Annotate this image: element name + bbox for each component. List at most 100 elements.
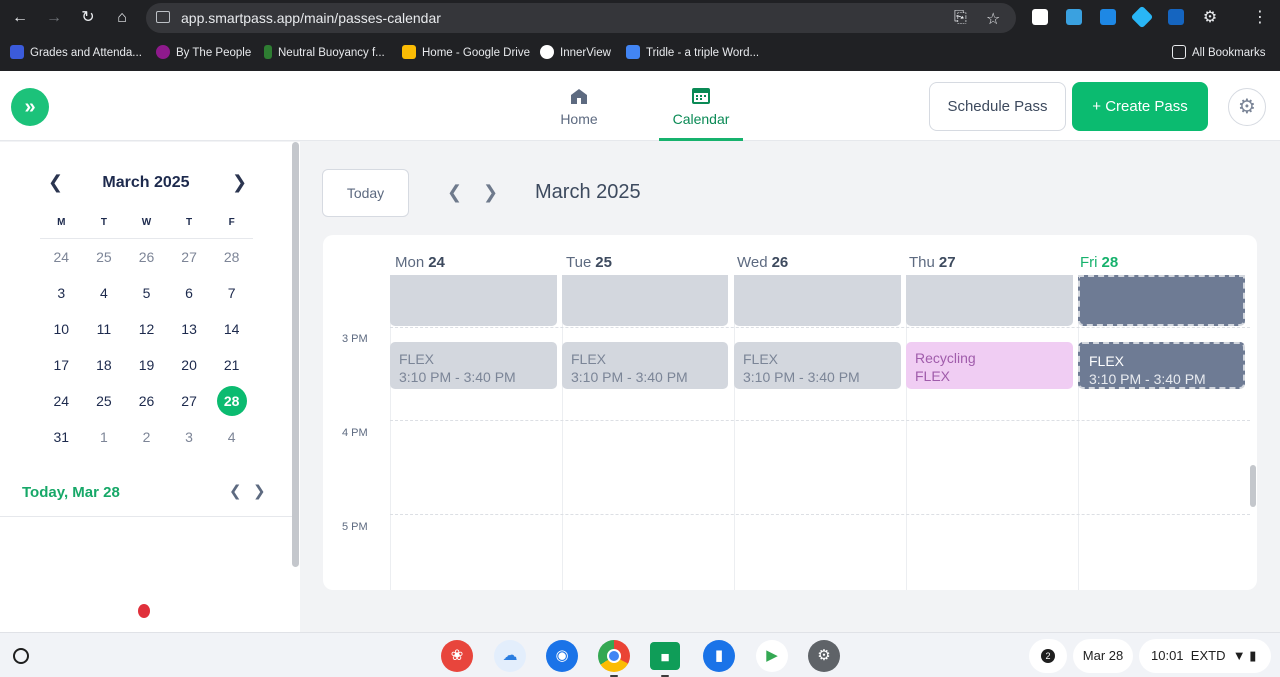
create-pass-button[interactable]: + Create Pass bbox=[1072, 82, 1208, 131]
tab-home[interactable]: Home bbox=[537, 83, 621, 141]
next-week-icon[interactable]: ❯ bbox=[483, 182, 498, 203]
cloud-app-icon[interactable]: ☁ bbox=[494, 640, 526, 672]
address-bar[interactable]: app.smartpass.app/main/passes-calendar ⎘… bbox=[146, 3, 1016, 33]
week-row: 24 25 26 27 28 bbox=[40, 383, 253, 419]
home-icon[interactable]: ⌂ bbox=[110, 6, 134, 30]
sidebar-scrollbar[interactable] bbox=[292, 142, 299, 567]
settings-app-icon[interactable]: ⚙ bbox=[808, 640, 840, 672]
day-cell[interactable]: 26 bbox=[125, 383, 168, 419]
schedule-pass-button[interactable]: Schedule Pass bbox=[929, 82, 1066, 131]
extension-icon[interactable] bbox=[1130, 5, 1154, 29]
day-cell[interactable]: 25 bbox=[83, 383, 126, 419]
event-flex[interactable]: FLEX 3:10 PM - 3:40 PM bbox=[562, 342, 728, 389]
day-cell[interactable]: 21 bbox=[210, 347, 253, 383]
day-cell[interactable]: 3 bbox=[40, 275, 83, 311]
day-cell[interactable]: 27 bbox=[168, 239, 211, 275]
back-icon[interactable]: ← bbox=[8, 6, 32, 30]
all-bookmarks[interactable]: All Bookmarks bbox=[1172, 45, 1266, 59]
reload-icon[interactable]: ↻ bbox=[76, 6, 100, 30]
date-pill[interactable]: Mar 28 bbox=[1073, 639, 1133, 673]
site-info-icon[interactable] bbox=[156, 11, 170, 23]
day-cell[interactable]: 10 bbox=[40, 311, 83, 347]
day-cell[interactable]: 20 bbox=[168, 347, 211, 383]
time-grid[interactable]: FLEX 3:10 PM - 3:40 PM FLEX 3:10 PM - 3:40… bbox=[390, 275, 1250, 590]
column-header: Mon 24 bbox=[395, 254, 445, 271]
weekday-label: F bbox=[228, 217, 235, 228]
prev-week-icon[interactable]: ❮ bbox=[447, 182, 462, 203]
day-cell[interactable]: 25 bbox=[83, 239, 126, 275]
event-block[interactable] bbox=[1078, 275, 1245, 326]
day-cell[interactable]: 26 bbox=[125, 239, 168, 275]
mini-next-month-icon[interactable]: ❯ bbox=[232, 172, 247, 193]
url-text[interactable]: app.smartpass.app/main/passes-calendar bbox=[181, 10, 441, 26]
day-cell[interactable]: 6 bbox=[168, 275, 211, 311]
today-button[interactable]: Today bbox=[322, 169, 409, 217]
day-cell[interactable]: 27 bbox=[168, 383, 211, 419]
extension-icon[interactable] bbox=[1100, 9, 1116, 25]
tab-calendar[interactable]: Calendar bbox=[659, 83, 743, 141]
day-cell[interactable]: 5 bbox=[125, 275, 168, 311]
event-block[interactable] bbox=[562, 275, 728, 326]
launcher-icon[interactable] bbox=[13, 648, 29, 664]
bookmark-item[interactable]: Grades and Attenda... bbox=[10, 45, 142, 59]
bookmark-item[interactable]: Home - Google Drive bbox=[402, 45, 530, 59]
weekday-label: W bbox=[141, 217, 152, 228]
day-cell[interactable]: 4 bbox=[83, 275, 126, 311]
prev-day-icon[interactable]: ❮ bbox=[229, 482, 242, 500]
event-recycling[interactable]: Recycling FLEX bbox=[906, 342, 1073, 389]
extensions-puzzle-icon[interactable]: ⚙ bbox=[1198, 6, 1222, 30]
day-cell-today[interactable]: 28 bbox=[210, 383, 253, 419]
day-cell[interactable]: 24 bbox=[40, 239, 83, 275]
day-cell[interactable]: 12 bbox=[125, 311, 168, 347]
kebab-menu-icon[interactable]: ⋮ bbox=[1248, 6, 1272, 30]
canvas-app-icon[interactable]: ❀ bbox=[441, 640, 473, 672]
extension-icon[interactable] bbox=[1066, 9, 1082, 25]
tridle-icon bbox=[626, 45, 640, 59]
extension-icon[interactable] bbox=[1032, 9, 1048, 25]
day-cell[interactable]: 4 bbox=[210, 419, 253, 455]
day-cell[interactable]: 3 bbox=[168, 419, 211, 455]
classroom-icon[interactable]: ■ bbox=[650, 642, 680, 670]
week-row: 24 25 26 27 28 bbox=[40, 239, 253, 275]
settings-gear-icon[interactable]: ⚙ bbox=[1228, 88, 1266, 126]
forward-icon[interactable]: → bbox=[42, 6, 66, 30]
extension-icon[interactable] bbox=[1168, 9, 1184, 25]
bookmark-item[interactable]: By The People bbox=[156, 45, 251, 59]
day-cell[interactable]: 19 bbox=[125, 347, 168, 383]
next-day-icon[interactable]: ❯ bbox=[253, 482, 266, 500]
chrome-icon[interactable] bbox=[598, 640, 630, 672]
day-cell[interactable]: 24 bbox=[40, 383, 83, 419]
event-block[interactable] bbox=[390, 275, 557, 326]
leaf-icon bbox=[264, 45, 272, 59]
day-cell[interactable]: 2 bbox=[125, 419, 168, 455]
notification-count: 2 bbox=[1041, 649, 1055, 663]
install-app-icon[interactable]: ⎘ bbox=[954, 9, 967, 27]
event-flex-today[interactable]: FLEX 3:10 PM - 3:40 PM bbox=[1078, 342, 1245, 389]
mini-calendar-grid: M T W T F 24 25 26 27 28 3 4 5 6 7 10 11 12 13 14 17 18 1… bbox=[40, 206, 253, 455]
weekday-label: T bbox=[186, 217, 193, 228]
day-cell[interactable]: 7 bbox=[210, 275, 253, 311]
bookmark-item[interactable]: Tridle - a triple Word... bbox=[626, 45, 759, 59]
day-cell[interactable]: 11 bbox=[83, 311, 126, 347]
bookmark-item[interactable]: InnerView bbox=[540, 45, 611, 59]
day-cell[interactable]: 14 bbox=[210, 311, 253, 347]
play-store-icon[interactable]: ▶ bbox=[756, 640, 788, 672]
day-cell[interactable]: 28 bbox=[210, 239, 253, 275]
camera-app-icon[interactable]: ◉ bbox=[546, 640, 578, 672]
bookmark-star-icon[interactable]: ☆ bbox=[986, 9, 1000, 29]
event-block[interactable] bbox=[734, 275, 901, 326]
drive-icon bbox=[402, 45, 416, 59]
files-icon[interactable]: ▮ bbox=[703, 640, 735, 672]
event-flex[interactable]: FLEX 3:10 PM - 3:40 PM bbox=[390, 342, 557, 389]
smartpass-logo[interactable]: » bbox=[11, 88, 49, 126]
event-block[interactable] bbox=[906, 275, 1073, 326]
event-flex[interactable]: FLEX 3:10 PM - 3:40 PM bbox=[734, 342, 901, 389]
calendar-scrollbar[interactable] bbox=[1250, 465, 1256, 507]
status-tray[interactable]: 10:01 EXTD ▼ ▮ bbox=[1139, 639, 1271, 673]
bookmark-item[interactable]: Neutral Buoyancy f... bbox=[264, 45, 385, 59]
day-cell[interactable]: 1 bbox=[83, 419, 126, 455]
day-cell[interactable]: 17 bbox=[40, 347, 83, 383]
day-cell[interactable]: 18 bbox=[83, 347, 126, 383]
day-cell[interactable]: 31 bbox=[40, 419, 83, 455]
day-cell[interactable]: 13 bbox=[168, 311, 211, 347]
